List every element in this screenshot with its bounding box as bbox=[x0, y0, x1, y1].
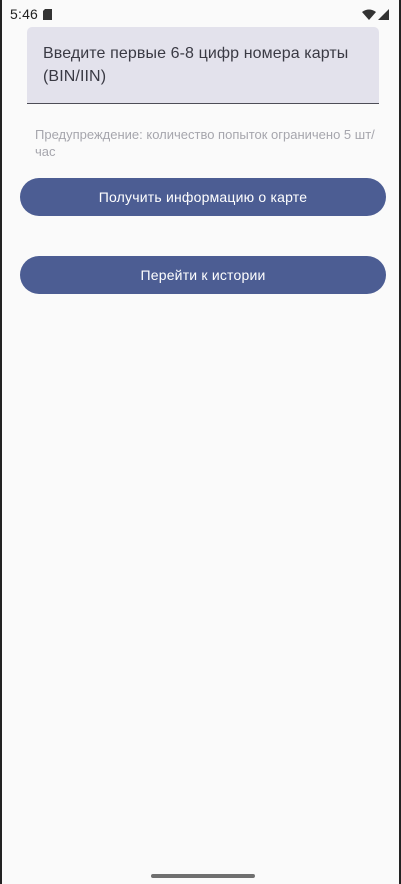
status-time: 5:46 bbox=[10, 6, 39, 22]
status-bar: 5:46 bbox=[2, 0, 399, 28]
bin-input-field[interactable]: Введите первые 6-8 цифр номера карты (BI… bbox=[27, 27, 379, 104]
sd-card-icon bbox=[43, 8, 53, 20]
home-indicator[interactable] bbox=[151, 874, 255, 878]
get-card-info-button[interactable]: Получить информацию о карте bbox=[20, 178, 386, 216]
warning-text: Предупреждение: количество попыток огран… bbox=[35, 127, 375, 159]
signal-icon bbox=[378, 8, 389, 20]
wifi-icon bbox=[362, 9, 376, 20]
status-icons bbox=[362, 8, 389, 20]
go-to-history-button[interactable]: Перейти к истории bbox=[20, 256, 386, 294]
app-screen: 5:46 Введите первые 6-8 цифр номера карт… bbox=[0, 0, 401, 884]
bin-input-placeholder: Введите первые 6-8 цифр номера карты (BI… bbox=[43, 45, 349, 85]
